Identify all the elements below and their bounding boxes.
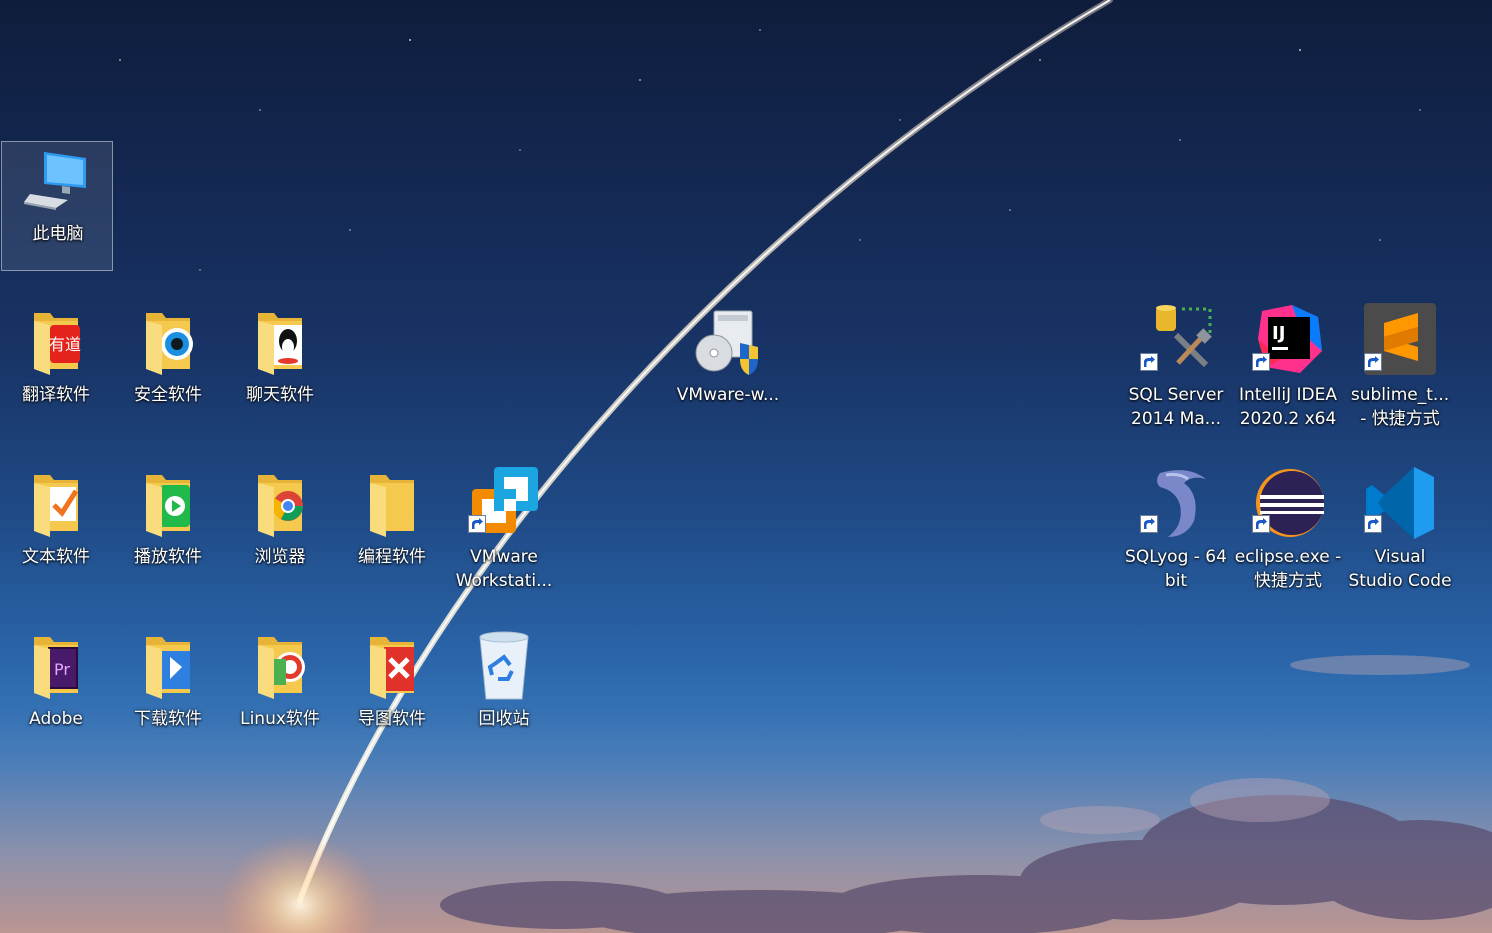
folder-chat-icon xyxy=(244,303,316,379)
desktop-icon-folder-player[interactable]: 播放软件 xyxy=(112,465,224,595)
folder-download-icon xyxy=(132,627,204,703)
desktop-icon-label: 聊天软件 xyxy=(246,385,314,405)
desktop-icon-folder[interactable]: 编程软件 xyxy=(336,465,448,595)
computer-icon xyxy=(22,142,94,218)
folder-icon xyxy=(356,465,428,541)
desktop-icon-label: 此电脑 xyxy=(32,224,84,244)
desktop-icon-label: eclipse.exe - 快捷方式 xyxy=(1234,547,1342,591)
shortcut-arrow-icon xyxy=(468,515,486,533)
folder-security-icon xyxy=(132,303,204,379)
desktop-icon-label: sublime_t... - 快捷方式 xyxy=(1350,385,1450,429)
desktop-icon-folder-mindmap[interactable]: 导图软件 xyxy=(336,627,448,757)
desktop-icon-intellij[interactable]: IJ IntelliJ IDEA 2020.2 x64 xyxy=(1232,303,1344,433)
desktop-icon-label: Visual Studio Code xyxy=(1348,547,1452,591)
folder-adobe-icon: Pr xyxy=(20,627,92,703)
desktop-icon-label: 播放软件 xyxy=(134,547,202,567)
folder-player-icon xyxy=(132,465,204,541)
desktop-icon-folder-text[interactable]: 文本软件 xyxy=(0,465,112,595)
svg-text:有道: 有道 xyxy=(49,335,81,354)
desktop-icon-eclipse[interactable]: eclipse.exe - 快捷方式 xyxy=(1232,465,1344,595)
shortcut-arrow-icon xyxy=(1252,515,1270,533)
recycle-bin-icon xyxy=(468,627,540,703)
desktop-icon-label: 下载软件 xyxy=(134,709,202,729)
folder-mindmap-icon xyxy=(356,627,428,703)
desktop-icon-vmware-workstation[interactable]: VMware Workstati... xyxy=(448,465,560,595)
desktop-icon-label: 安全软件 xyxy=(134,385,202,405)
shortcut-arrow-icon xyxy=(1140,353,1158,371)
desktop-icon-folder-browser[interactable]: 浏览器 xyxy=(224,465,336,595)
desktop-icon-folder-translate[interactable]: 有道 翻译软件 xyxy=(0,303,112,433)
desktop-icon-label: VMware Workstati... xyxy=(455,547,553,591)
desktop-icon-label: 文本软件 xyxy=(22,547,90,567)
desktop-icon-recycle-bin[interactable]: 回收站 xyxy=(448,627,560,757)
folder-linux-icon xyxy=(244,627,316,703)
shortcut-arrow-icon xyxy=(1364,515,1382,533)
desktop-icon-computer[interactable]: 此电脑 xyxy=(1,141,113,271)
desktop-icon-vmware-installer[interactable]: VMware-w... xyxy=(672,303,784,433)
folder-browser-icon xyxy=(244,465,316,541)
desktop-icon-label: Linux软件 xyxy=(240,709,320,729)
vmware-installer-icon xyxy=(692,303,764,379)
desktop-icon-label: 浏览器 xyxy=(254,547,306,567)
desktop-icon-folder-security[interactable]: 安全软件 xyxy=(112,303,224,433)
desktop-icon-sqlyog[interactable]: SQLyog - 64 bit xyxy=(1120,465,1232,595)
desktop-icon-label: 翻译软件 xyxy=(22,385,90,405)
desktop-icon-label: IntelliJ IDEA 2020.2 x64 xyxy=(1239,385,1337,429)
desktop-icon-vscode[interactable]: Visual Studio Code xyxy=(1344,465,1456,595)
folder-translate-icon: 有道 xyxy=(20,303,92,379)
shortcut-arrow-icon xyxy=(1252,353,1270,371)
desktop-icon-label: SQLyog - 64 bit xyxy=(1125,547,1227,591)
shortcut-arrow-icon xyxy=(1364,353,1382,371)
desktop-icon-label: SQL Server 2014 Ma... xyxy=(1128,385,1224,429)
desktop-icon-label: 编程软件 xyxy=(358,547,426,567)
desktop-icon-sql-server[interactable]: SQL Server 2014 Ma... xyxy=(1120,303,1232,433)
desktop-icon-sublime[interactable]: sublime_t... - 快捷方式 xyxy=(1344,303,1456,433)
folder-text-icon xyxy=(20,465,92,541)
desktop-icon-label: VMware-w... xyxy=(676,385,780,405)
desktop-icon-label: Adobe xyxy=(29,709,83,729)
desktop-icon-folder-chat[interactable]: 聊天软件 xyxy=(224,303,336,433)
desktop-icon-folder-linux[interactable]: Linux软件 xyxy=(224,627,336,757)
shortcut-arrow-icon xyxy=(1140,515,1158,533)
desktop-icon-label: 导图软件 xyxy=(358,709,426,729)
desktop-icon-folder-download[interactable]: 下载软件 xyxy=(112,627,224,757)
svg-text:IJ: IJ xyxy=(1272,323,1285,344)
svg-text:Pr: Pr xyxy=(54,660,70,679)
desktop-icon-label: 回收站 xyxy=(478,709,530,729)
desktop-icon-folder-adobe[interactable]: Pr Adobe xyxy=(0,627,112,757)
